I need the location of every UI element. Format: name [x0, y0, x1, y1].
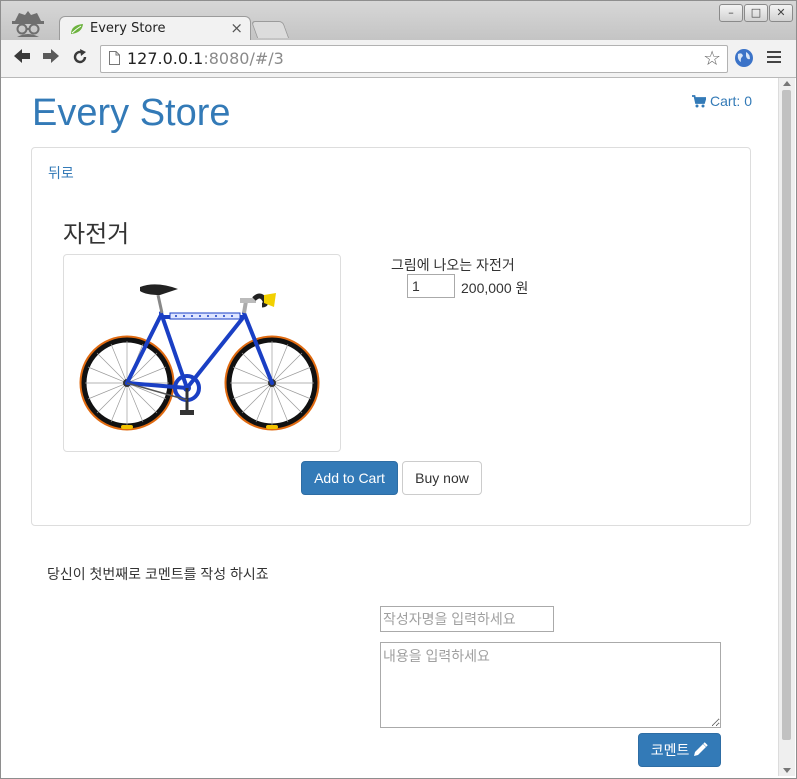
- browser-toolbar: 127.0.0.1:8080/#/3 ☆: [1, 40, 796, 78]
- url-text[interactable]: 127.0.0.1:8080/#/3: [127, 49, 284, 68]
- author-name-input[interactable]: [380, 606, 554, 632]
- no-comments-message: 당신이 첫번째로 코멘트를 작성 하시죠: [47, 566, 269, 582]
- title-bar: Every Store × – □ ✕: [1, 1, 796, 42]
- browser-window: Every Store × – □ ✕ 127.0.0.1:8080/#/3 ☆: [0, 0, 797, 779]
- menu-icon[interactable]: [767, 51, 781, 66]
- star-icon[interactable]: ☆: [703, 46, 721, 70]
- vertical-scrollbar[interactable]: [778, 78, 795, 776]
- store-brand[interactable]: Every Store: [32, 92, 231, 135]
- tab-title: Every Store: [90, 21, 166, 36]
- submit-comment-button[interactable]: 코멘트: [638, 733, 721, 767]
- url-path: :8080/#/3: [203, 49, 284, 68]
- add-to-cart-button[interactable]: Add to Cart: [301, 461, 398, 495]
- buy-now-button[interactable]: Buy now: [402, 461, 482, 495]
- new-tab-button[interactable]: [250, 21, 290, 38]
- close-window-button[interactable]: ✕: [769, 4, 793, 22]
- back-link[interactable]: 뒤로: [48, 163, 74, 183]
- minimize-button[interactable]: –: [719, 4, 743, 22]
- forward-arrow-icon[interactable]: [42, 48, 60, 64]
- scroll-up-arrow-icon[interactable]: [783, 81, 791, 86]
- bicycle-image: [79, 284, 320, 431]
- globe-icon[interactable]: [734, 48, 754, 68]
- url-host: 127.0.0.1: [127, 49, 204, 68]
- product-thumbnail: [63, 254, 341, 452]
- cart-icon: [691, 95, 707, 108]
- scroll-down-arrow-icon[interactable]: [783, 768, 791, 773]
- submit-comment-label: 코멘트: [650, 742, 690, 758]
- product-price: 200,000 원: [461, 280, 529, 296]
- reload-icon[interactable]: [71, 48, 89, 66]
- product-description: 그림에 나오는 자전거: [391, 257, 515, 273]
- scroll-thumb[interactable]: [782, 90, 791, 740]
- tab-close-icon[interactable]: ×: [230, 19, 243, 37]
- product-name: 자전거: [63, 221, 130, 248]
- quantity-input[interactable]: [407, 274, 455, 298]
- incognito-icon: [12, 11, 44, 37]
- address-bar[interactable]: 127.0.0.1:8080/#/3 ☆: [100, 45, 728, 73]
- page-viewport: Every Store Cart: 0 뒤로 자전거 그림에 나오는 자전거 1…: [1, 78, 778, 776]
- maximize-button[interactable]: □: [744, 4, 768, 22]
- tab-every-store[interactable]: Every Store ×: [59, 16, 251, 42]
- pencil-icon: [694, 742, 708, 756]
- cart-label: Cart: 0: [709, 93, 752, 109]
- cart-link[interactable]: Cart: 0: [691, 93, 752, 109]
- product-panel: 뒤로 자전거 그림에 나오는 자전거 1 200,000 원 Add to Ca…: [31, 147, 751, 526]
- page-icon: [109, 51, 120, 65]
- comment-content-textarea[interactable]: [380, 642, 721, 728]
- leaf-favicon-icon: [71, 24, 83, 34]
- back-arrow-icon[interactable]: [13, 48, 31, 64]
